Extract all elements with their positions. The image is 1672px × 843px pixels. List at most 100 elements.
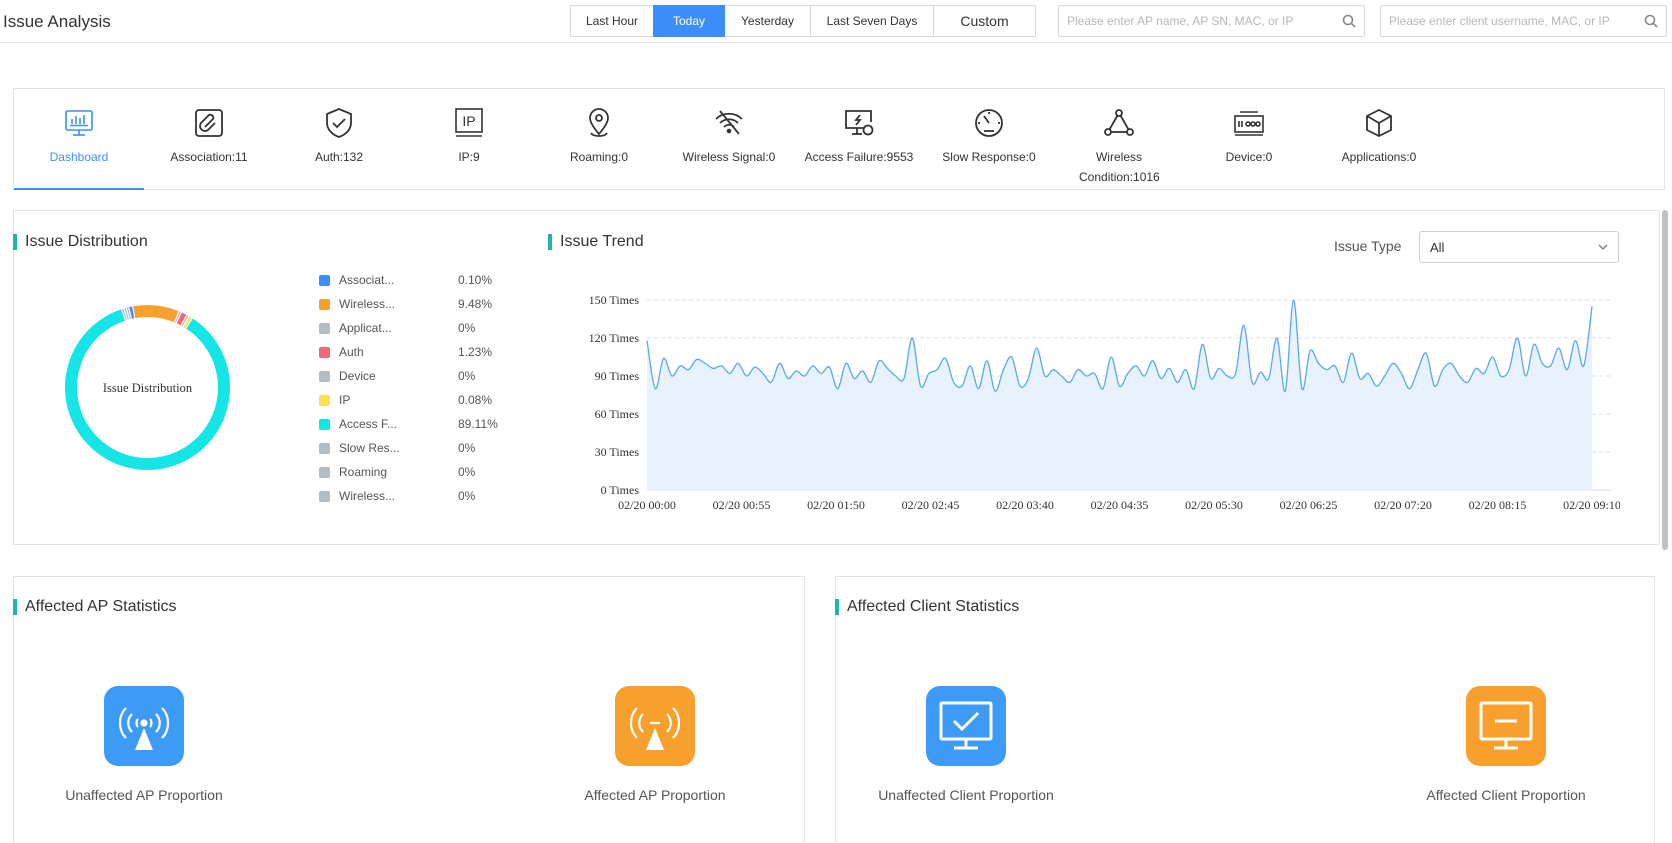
tab-label: Access Failure:9553 — [804, 150, 914, 164]
legend-percent: 0% — [458, 465, 476, 479]
legend-name: Device — [339, 369, 376, 383]
legend-swatch — [319, 323, 330, 334]
search-icon[interactable] — [1342, 14, 1356, 28]
legend-item[interactable]: Applicat... 0% — [319, 320, 509, 338]
legend-item[interactable]: Roaming 0% — [319, 464, 509, 482]
client-search-input[interactable] — [1381, 6, 1666, 36]
time-last-hour-button[interactable]: Last Hour — [570, 5, 654, 37]
issue-type-value: All — [1430, 240, 1445, 255]
unaffected-ap-icon — [104, 686, 184, 766]
tab-label: Slow Response:0 — [942, 150, 1036, 164]
legend-name: Wireless... — [339, 489, 396, 503]
svg-text:IP: IP — [462, 113, 475, 129]
legend-swatch — [319, 299, 330, 310]
tab-device[interactable]: Device:0 — [1184, 89, 1314, 189]
y-tick-label: 30 Times — [595, 445, 640, 459]
legend-item[interactable]: Wireless... 9.48% — [319, 296, 509, 314]
scrollbar-thumb[interactable] — [1662, 210, 1668, 550]
x-tick-label: 02/20 00:55 — [713, 498, 771, 512]
tab-roaming[interactable]: Roaming:0 — [534, 89, 664, 189]
wifi-off-icon — [715, 110, 743, 135]
gauge-icon — [975, 109, 1003, 137]
time-today-button[interactable]: Today — [653, 5, 725, 37]
y-tick-label: 60 Times — [595, 407, 640, 421]
donut-slice[interactable] — [131, 304, 180, 324]
legend-item[interactable]: Auth 1.23% — [319, 344, 509, 362]
legend-name: Wireless... — [339, 297, 396, 311]
top-bar: Issue Analysis Last Hour Today Yesterday… — [0, 0, 1672, 43]
legend-swatch — [319, 347, 330, 358]
legend-swatch — [319, 275, 330, 286]
issue-trend-chart: 0 Times 30 Times 60 Times 90 Times 120 Times… — [589, 293, 1620, 512]
tab-dashboard[interactable]: Dashboard — [14, 89, 144, 190]
tab-applications[interactable]: Applications:0 — [1314, 89, 1444, 189]
tab-label: Roaming:0 — [569, 150, 629, 164]
legend-item[interactable]: IP 0.08% — [319, 392, 509, 410]
issue-distribution-title: Issue Distribution — [13, 233, 148, 251]
tab-access-failure[interactable]: Access Failure:9553 — [794, 89, 924, 189]
x-tick-label: 02/20 03:40 — [996, 498, 1054, 512]
legend-percent: 0.08% — [458, 393, 493, 407]
legend-item[interactable]: Associat... 0.10% — [319, 272, 509, 290]
legend-name: Applicat... — [339, 321, 392, 335]
trend-area-fill — [647, 299, 1592, 490]
legend-swatch — [319, 371, 330, 382]
legend-name: Associat... — [339, 273, 395, 287]
x-tick-label: 02/20 01:50 — [807, 498, 865, 512]
time-last-seven-days-button[interactable]: Last Seven Days — [810, 5, 934, 37]
legend-percent: 1.23% — [458, 345, 493, 359]
legend-item[interactable]: Wireless... 0% — [319, 488, 509, 506]
legend-swatch — [319, 419, 330, 430]
shield-check-icon — [326, 108, 352, 138]
x-tick-label: 02/20 08:15 — [1469, 498, 1527, 512]
tab-auth[interactable]: Auth:132 — [274, 89, 404, 189]
x-tick-label: 02/20 04:35 — [1091, 498, 1149, 512]
issue-type-label: Issue Type — [1334, 238, 1402, 254]
x-tick-label: 02/20 07:20 — [1374, 498, 1432, 512]
ap-search-input[interactable] — [1059, 6, 1364, 36]
tab-label: Device:0 — [1225, 150, 1273, 164]
affected-ap-title: Affected AP Statistics — [13, 598, 177, 616]
x-tick-label: 02/20 05:30 — [1185, 498, 1243, 512]
legend-name: Auth — [339, 345, 364, 359]
legend-percent: 0% — [458, 441, 476, 455]
legend-name: IP — [339, 393, 351, 407]
legend-item[interactable]: Access F... 89.11% — [319, 416, 509, 434]
affected-client-title: Affected Client Statistics — [835, 598, 1019, 616]
time-range-group: Last Hour Today Yesterday Last Seven Day… — [570, 5, 1036, 37]
tab-ip[interactable]: IP IP:9 — [404, 89, 534, 189]
unaffected-client-label: Unaffected Client Proportion — [878, 787, 1054, 803]
issue-distribution-donut-chart: Issue Distribution — [64, 304, 231, 471]
location-pin-icon — [589, 108, 609, 137]
search-icon[interactable] — [1644, 14, 1658, 28]
tab-label: Wireless Condition:1016 — [1079, 150, 1160, 184]
legend-name: Roaming — [339, 465, 388, 479]
time-custom-button[interactable]: Custom — [933, 5, 1036, 37]
affected-ap-icon — [615, 686, 695, 766]
time-yesterday-button[interactable]: Yesterday — [724, 5, 811, 37]
legend-percent: 0% — [458, 321, 476, 335]
chevron-down-icon — [1598, 244, 1608, 250]
y-tick-label: 150 Times — [589, 293, 640, 307]
tab-slow-response[interactable]: Slow Response:0 — [924, 89, 1054, 189]
legend-item[interactable]: Device 0% — [319, 368, 509, 386]
legend-percent: 0.10% — [458, 273, 493, 287]
legend-swatch — [319, 467, 330, 478]
tab-wireless-condition[interactable]: Wireless Condition:1016 — [1054, 89, 1184, 189]
legend-item[interactable]: Slow Res... 0% — [319, 440, 509, 458]
x-tick-label: 02/20 02:45 — [902, 498, 960, 512]
ap-search-box — [1058, 5, 1365, 37]
legend-percent: 0% — [458, 369, 476, 383]
tab-association[interactable]: Association:11 — [144, 89, 274, 189]
affected-ap-label: Affected AP Proportion — [584, 787, 726, 803]
affected-client-icon — [1466, 686, 1546, 766]
y-tick-label: 120 Times — [589, 331, 640, 345]
tab-label: IP:9 — [458, 150, 480, 164]
tab-label: Wireless Signal:0 — [682, 150, 776, 164]
y-tick-label: 90 Times — [595, 369, 640, 383]
tab-label: Auth:132 — [314, 150, 364, 164]
tab-wireless-signal[interactable]: Wireless Signal:0 — [664, 89, 794, 189]
donut-center-label: Issue Distribution — [103, 381, 193, 395]
issue-type-select[interactable]: All — [1419, 231, 1619, 263]
legend-percent: 89.11% — [458, 417, 498, 431]
